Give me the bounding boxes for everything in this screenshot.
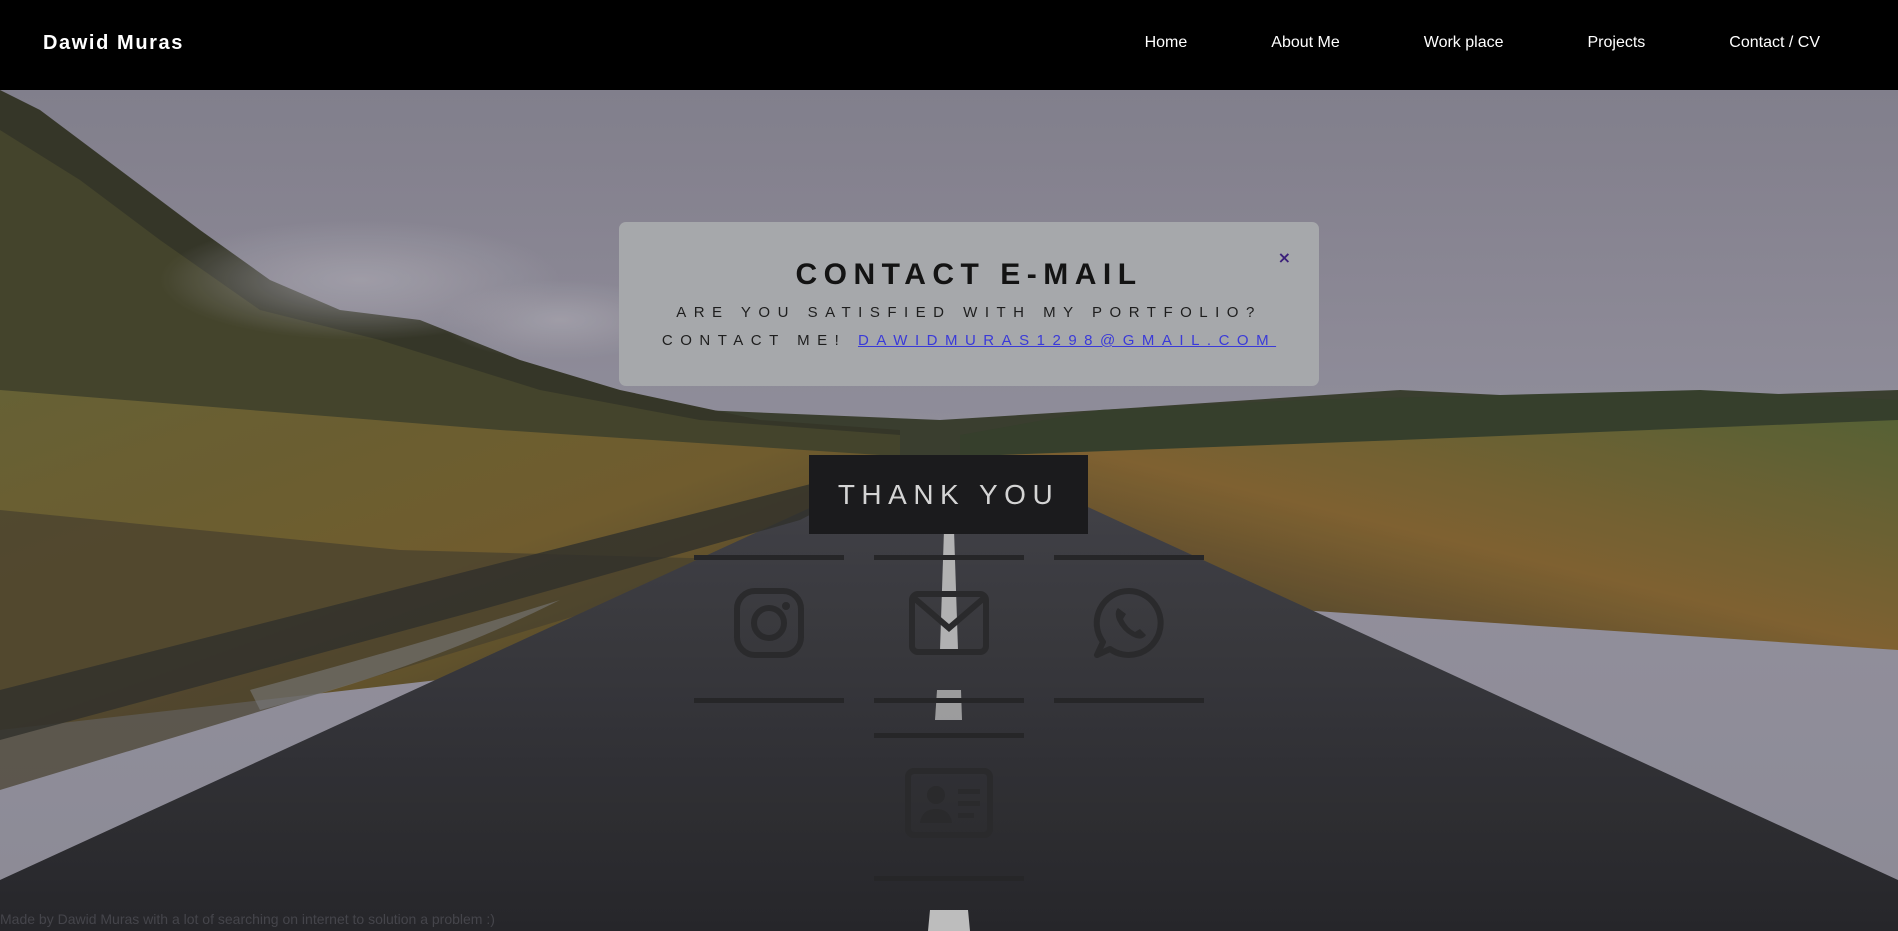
whatsapp-link[interactable] [1054, 560, 1204, 690]
popup-question: ARE YOU SATISFIED WITH MY PORTFOLIO? [676, 304, 1262, 321]
popup-title: CONTACT E-MAIL [795, 258, 1143, 291]
footer-credit: Made by Dawid Muras with a lot of search… [0, 911, 495, 927]
divider [874, 876, 1024, 881]
divider [1054, 698, 1204, 703]
nav-contact-cv[interactable]: Contact / CV [1729, 34, 1820, 52]
popup-contact-line: CONTACT ME! DAWIDMURAS1298@GMAIL.COM [619, 332, 1319, 349]
nav-about-me[interactable]: About Me [1271, 34, 1339, 52]
popup-contact-prefix: CONTACT ME! [661, 332, 847, 349]
main-nav: Home About Me Work place Projects Contac… [1145, 34, 1820, 52]
thank-you-button[interactable]: THANK YOU [809, 455, 1088, 534]
cv-link[interactable] [874, 740, 1024, 870]
mail-link[interactable] [874, 560, 1024, 690]
nav-work-place[interactable]: Work place [1424, 34, 1504, 52]
contact-card-icon [904, 767, 994, 844]
nav-projects[interactable]: Projects [1588, 34, 1646, 52]
nav-home[interactable]: Home [1145, 34, 1188, 52]
mail-icon [908, 590, 990, 661]
instagram-icon [733, 587, 805, 664]
divider [874, 733, 1024, 738]
instagram-link[interactable] [694, 560, 844, 690]
contact-email-popup: × CONTACT E-MAIL ARE YOU SATISFIED WITH … [619, 222, 1319, 386]
email-link[interactable]: DAWIDMURAS1298@GMAIL.COM [858, 332, 1276, 349]
divider [874, 698, 1024, 703]
top-navbar: Dawid Muras Home About Me Work place Pro… [0, 0, 1898, 90]
brand-name[interactable]: Dawid Muras [43, 32, 184, 55]
divider [694, 698, 844, 703]
whatsapp-icon [1092, 586, 1166, 665]
